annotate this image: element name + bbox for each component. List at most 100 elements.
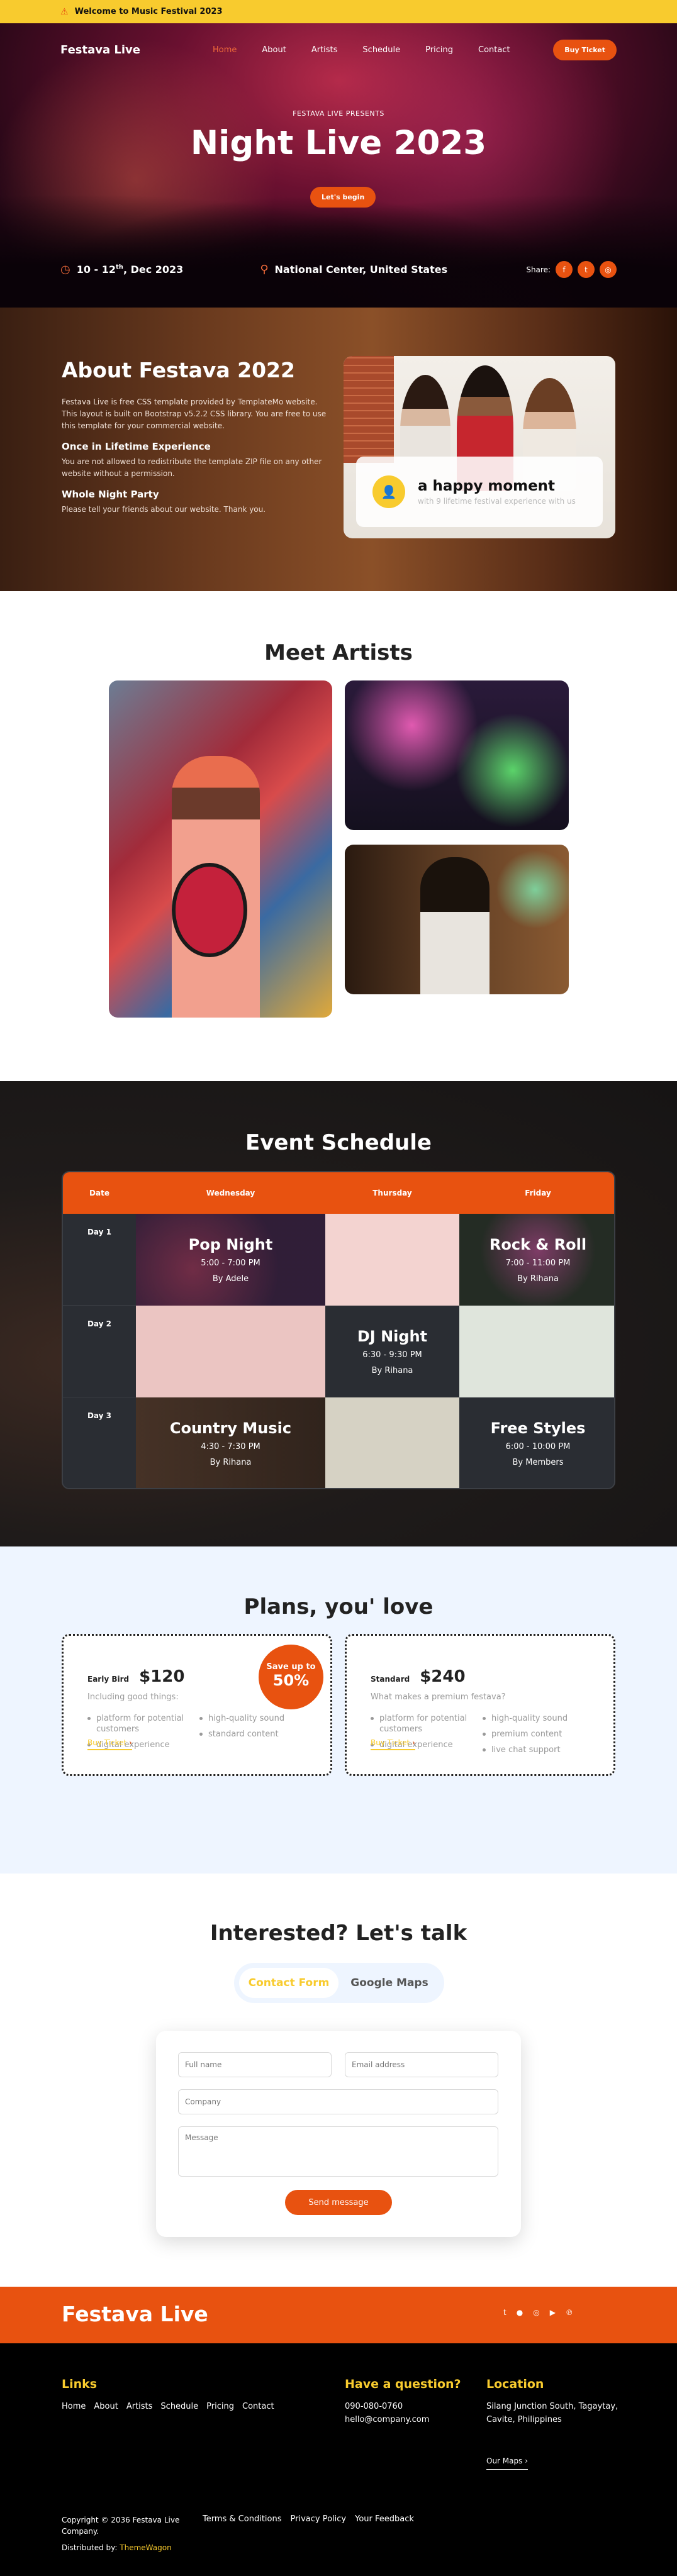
themewagon-link[interactable]: ThemeWagon xyxy=(120,2543,171,2552)
company-input[interactable] xyxy=(178,2089,498,2114)
footer-links: Links Home About Artists Schedule Pricin… xyxy=(62,2377,313,2413)
event-country-music[interactable]: Country Music 4:30 - 7:30 PM By Rihana xyxy=(136,1397,325,1488)
event-date: 10 - 12th, Dec 2023 xyxy=(77,264,184,275)
nav-pricing[interactable]: Pricing xyxy=(413,45,466,55)
twitter-icon[interactable]: t xyxy=(578,261,595,278)
footer-brand[interactable]: Festava Live xyxy=(62,2302,208,2326)
email-input[interactable] xyxy=(345,2052,498,2077)
brand-logo[interactable]: Festava Live xyxy=(60,43,174,57)
event-location: National Center, United States xyxy=(274,264,448,275)
save-badge-percent: 50% xyxy=(272,1672,310,1689)
about-intro: Festava Live is free CSS template provid… xyxy=(62,397,327,430)
footer-links-title: Links xyxy=(62,2377,98,2391)
plan-features-right: high-quality sound standard content xyxy=(199,1713,284,1755)
day-3-cell: Day 3 xyxy=(63,1397,136,1488)
empty-slot xyxy=(136,1306,325,1397)
brick-wall-image xyxy=(344,356,394,463)
nav-schedule[interactable]: Schedule xyxy=(350,45,413,55)
artists-title: Meet Artists xyxy=(264,640,413,665)
nav-artists[interactable]: Artists xyxy=(299,45,350,55)
happy-moment-card: 👤 a happy moment with 9 lifetime festival… xyxy=(356,457,603,527)
plan-price: $240 xyxy=(420,1667,466,1686)
lets-begin-button[interactable]: Let's begin xyxy=(310,187,376,208)
youtube-icon[interactable]: ▶ xyxy=(550,2308,556,2317)
footer-email[interactable]: hello@company.com xyxy=(345,2413,471,2426)
footer-link-home[interactable]: Home xyxy=(62,2400,86,2413)
twitter-icon[interactable]: t xyxy=(503,2308,506,2317)
chevron-right-icon: › xyxy=(525,2457,529,2465)
full-name-input[interactable] xyxy=(178,2052,332,2077)
hero-section: Festava Live Home About Artists Schedule… xyxy=(0,23,677,308)
day-2-cell: Day 2 xyxy=(63,1306,136,1397)
footer-location-title: Location xyxy=(486,2377,544,2391)
happy-moment-subtitle: with 9 lifetime festival experience with… xyxy=(418,497,576,506)
footer-link-artists[interactable]: Artists xyxy=(126,2400,153,2413)
footer-phone[interactable]: 090-080-0760 xyxy=(345,2400,471,2413)
apple-icon[interactable]: ● xyxy=(517,2308,523,2317)
tab-google-maps[interactable]: Google Maps xyxy=(340,1968,439,1998)
location-pin-icon: ⚲ xyxy=(260,263,269,276)
chevron-right-icon: › xyxy=(412,1738,415,1747)
facebook-icon[interactable]: f xyxy=(556,261,573,278)
event-free-styles[interactable]: Free Styles 6:00 - 10:00 PM By Members xyxy=(459,1397,614,1488)
plan-feature: platform for potential customers xyxy=(371,1713,478,1735)
nav-home[interactable]: Home xyxy=(200,45,249,55)
buy-ticket-label: Buy Ticket xyxy=(371,1738,410,1747)
save-badge: Save up to 50% xyxy=(259,1645,323,1709)
footer-link-about[interactable]: About xyxy=(94,2400,118,2413)
footer-location: Location Silang Junction South, Tagaytay… xyxy=(486,2377,618,2470)
buy-ticket-label: Buy Ticket xyxy=(87,1738,127,1747)
bell-icon: ⚠ xyxy=(60,6,69,17)
event-artist: By Rihana xyxy=(517,1274,559,1284)
nav-contact[interactable]: Contact xyxy=(466,45,523,55)
schedule-title: Event Schedule xyxy=(245,1130,432,1155)
buy-ticket-link[interactable]: Buy Ticket › xyxy=(371,1738,415,1750)
instagram-icon[interactable]: ◎ xyxy=(600,261,617,278)
footer-link-schedule[interactable]: Schedule xyxy=(160,2400,198,2413)
artist-dj-photo[interactable] xyxy=(345,845,569,994)
artist-band-photo[interactable] xyxy=(345,680,569,830)
artist-guitar-photo[interactable] xyxy=(109,680,332,1018)
footer-address: Silang Junction South, Tagaytay, Cavite,… xyxy=(486,2402,618,2424)
send-message-button[interactable]: Send message xyxy=(285,2190,392,2215)
about-title: About Festava 2022 xyxy=(62,358,295,382)
feedback-link[interactable]: Your Feedback xyxy=(355,2514,414,2524)
message-textarea[interactable] xyxy=(178,2126,498,2177)
tab-contact-form[interactable]: Contact Form xyxy=(239,1968,338,1998)
contact-form: Send message xyxy=(156,2031,521,2237)
pinterest-icon[interactable]: ℗ xyxy=(566,2308,573,2317)
share-label: Share: xyxy=(526,265,551,274)
buy-ticket-link[interactable]: Buy Ticket › xyxy=(87,1738,132,1750)
event-time: 6:30 - 9:30 PM xyxy=(362,1350,422,1360)
schedule-table: Date Wednesday Thursday Friday Day 1 Day… xyxy=(62,1171,615,1489)
nav-menu: Home About Artists Schedule Pricing Cont… xyxy=(200,45,523,55)
plan-features-right: high-quality sound premium content live … xyxy=(483,1713,568,1760)
footer-link-pricing[interactable]: Pricing xyxy=(206,2400,234,2413)
terms-link[interactable]: Terms & Conditions xyxy=(203,2514,282,2524)
event-pop-night[interactable]: Pop Night 5:00 - 7:00 PM By Adele xyxy=(136,1214,325,1306)
happy-moment-title: a happy moment xyxy=(418,478,556,494)
user-icon: 👤 xyxy=(372,475,405,508)
instagram-icon[interactable]: ◎ xyxy=(533,2308,539,2317)
about-photo-card: 👤 a happy moment with 9 lifetime festival… xyxy=(344,356,615,538)
plan-feature: premium content xyxy=(483,1729,568,1740)
event-artist: By Rihana xyxy=(210,1458,252,1467)
table-header-friday: Friday xyxy=(459,1172,614,1214)
announcement-bar: ⚠ Welcome to Music Festival 2023 xyxy=(0,0,677,23)
event-dj-night[interactable]: DJ Night 6:30 - 9:30 PM By Rihana xyxy=(325,1306,459,1397)
about-paragraph-2: Please tell your friends about our websi… xyxy=(62,505,266,514)
footer-link-contact[interactable]: Contact xyxy=(242,2400,274,2413)
plan-price: $120 xyxy=(139,1667,185,1686)
about-heading-2: Whole Night Party xyxy=(62,489,159,500)
event-rock-roll[interactable]: Rock & Roll 7:00 - 11:00 PM By Rihana xyxy=(459,1214,614,1306)
navbar: Festava Live Home About Artists Schedule… xyxy=(60,37,617,62)
plan-feature: standard content xyxy=(199,1729,284,1740)
plan-feature: platform for potential customers xyxy=(87,1713,194,1735)
buy-ticket-button[interactable]: Buy Ticket xyxy=(553,39,617,60)
share-group: Share: f t ◎ xyxy=(526,261,617,278)
nav-about[interactable]: About xyxy=(249,45,298,55)
privacy-link[interactable]: Privacy Policy xyxy=(291,2514,347,2524)
pricing-title: Plans, you' love xyxy=(243,1594,434,1619)
our-maps-link[interactable]: Our Maps › xyxy=(486,2453,529,2470)
footer-legal-links: Terms & Conditions Privacy Policy Your F… xyxy=(203,2514,414,2524)
